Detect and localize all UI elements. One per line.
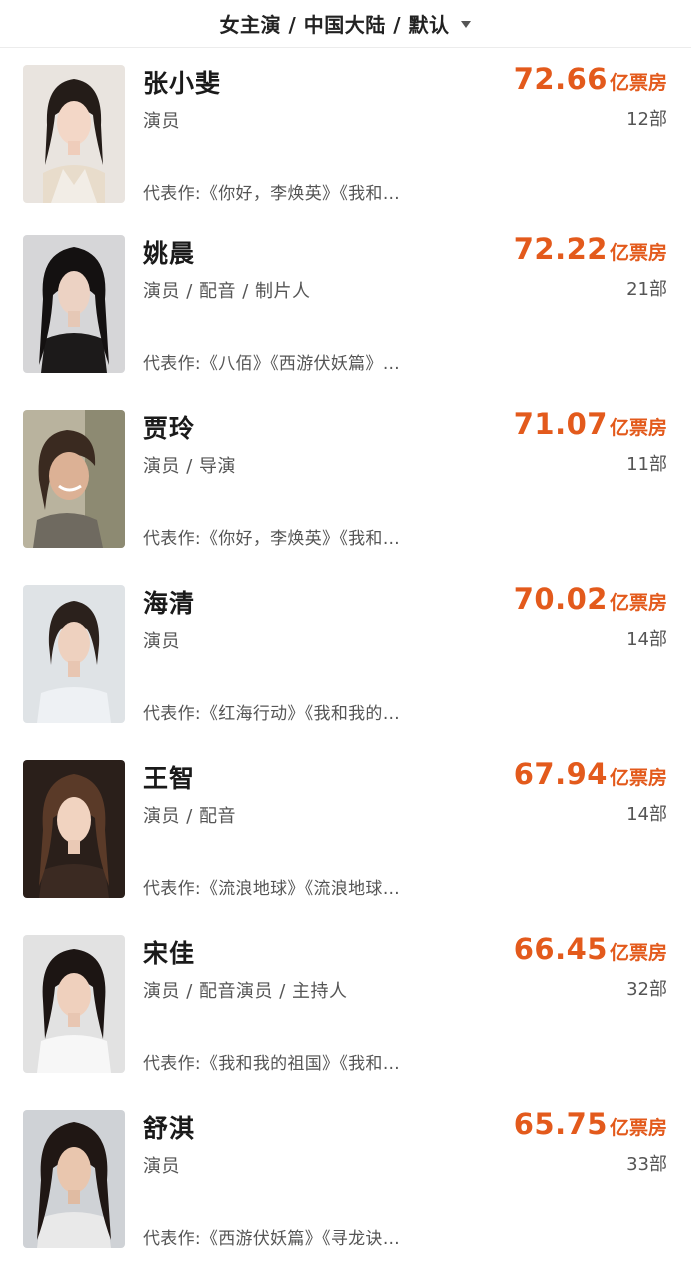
film-count: 14部 <box>626 629 667 650</box>
avatar <box>23 760 125 898</box>
actor-roles: 演员 / 配音 <box>143 806 237 827</box>
actor-name: 张小斐 <box>143 69 222 98</box>
actor-works: 代表作:《八佰》《西游伏妖篇》… <box>143 354 401 374</box>
box-office-value: 72.22 <box>513 232 608 266</box>
box-office-value: 71.07 <box>513 407 608 441</box>
list-item[interactable]: 海清 演员 代表作:《红海行动》《我和我的… 70.02 亿票房 14部 <box>0 570 691 745</box>
actor-works: 代表作:《你好，李焕英》《我和… <box>143 184 401 204</box>
box-office-unit: 亿票房 <box>609 417 667 439</box>
box-office-unit: 亿票房 <box>609 592 667 614</box>
actor-roles: 演员 / 导演 <box>143 456 237 477</box>
box-office-value: 66.45 <box>513 932 608 966</box>
box-office-value: 65.75 <box>513 1107 608 1141</box>
box-office: 71.07 亿票房 <box>514 407 667 441</box>
actor-roles: 演员 <box>143 631 180 652</box>
box-office: 67.94 亿票房 <box>514 757 667 791</box>
film-count: 21部 <box>626 279 667 300</box>
actor-works: 代表作:《西游伏妖篇》《寻龙诀… <box>143 1229 401 1249</box>
actor-name: 宋佳 <box>143 939 196 968</box>
film-count: 14部 <box>626 804 667 825</box>
avatar <box>23 1110 125 1248</box>
box-office-value: 72.66 <box>513 62 608 96</box>
avatar <box>23 935 125 1073</box>
actor-name: 舒淇 <box>143 1114 196 1143</box>
actor-name: 贾玲 <box>143 414 196 443</box>
film-count: 32部 <box>626 979 667 1000</box>
actor-list: 张小斐 演员 代表作:《你好，李焕英》《我和… 72.66 亿票房 12部 姚晨 … <box>0 50 691 1270</box>
box-office-unit: 亿票房 <box>609 1117 667 1139</box>
actor-roles: 演员 <box>143 1156 180 1177</box>
box-office: 65.75 亿票房 <box>514 1107 667 1141</box>
film-count: 11部 <box>626 454 667 475</box>
actor-roles: 演员 <box>143 111 180 132</box>
actor-works: 代表作:《流浪地球》《流浪地球… <box>143 879 401 899</box>
list-item[interactable]: 张小斐 演员 代表作:《你好，李焕英》《我和… 72.66 亿票房 12部 <box>0 50 691 220</box>
box-office-unit: 亿票房 <box>609 767 667 789</box>
film-count: 12部 <box>626 109 667 130</box>
box-office: 72.22 亿票房 <box>514 232 667 266</box>
avatar <box>23 585 125 723</box>
list-item[interactable]: 姚晨 演员 / 配音 / 制片人 代表作:《八佰》《西游伏妖篇》… 72.22 亿… <box>0 220 691 395</box>
actor-name: 王智 <box>143 764 196 793</box>
box-office-unit: 亿票房 <box>609 242 667 264</box>
box-office: 72.66 亿票房 <box>514 62 667 96</box>
film-count: 33部 <box>626 1154 667 1175</box>
avatar <box>23 65 125 203</box>
filter-label: 女主演 / 中国大陆 / 默认 <box>219 13 450 37</box>
avatar <box>23 410 125 548</box>
caret-down-icon <box>461 21 472 28</box>
actor-roles: 演员 / 配音演员 / 主持人 <box>143 981 348 1002</box>
actor-works: 代表作:《我和我的祖国》《我和… <box>143 1054 401 1074</box>
box-office: 70.02 亿票房 <box>514 582 667 616</box>
box-office: 66.45 亿票房 <box>514 932 667 966</box>
box-office-value: 67.94 <box>513 757 608 791</box>
avatar <box>23 235 125 373</box>
box-office-unit: 亿票房 <box>609 72 667 94</box>
box-office-unit: 亿票房 <box>609 942 667 964</box>
actor-name: 姚晨 <box>143 239 196 268</box>
list-item[interactable]: 宋佳 演员 / 配音演员 / 主持人 代表作:《我和我的祖国》《我和… 66.4… <box>0 920 691 1095</box>
list-item[interactable]: 舒淇 演员 代表作:《西游伏妖篇》《寻龙诀… 65.75 亿票房 33部 <box>0 1095 691 1270</box>
list-item[interactable]: 贾玲 演员 / 导演 代表作:《你好，李焕英》《我和… 71.07 亿票房 11部 <box>0 395 691 570</box>
filter-dropdown[interactable]: 女主演 / 中国大陆 / 默认 <box>0 0 691 48</box>
box-office-value: 70.02 <box>513 582 608 616</box>
actor-name: 海清 <box>143 589 196 618</box>
actor-roles: 演员 / 配音 / 制片人 <box>143 281 311 302</box>
actor-works: 代表作:《红海行动》《我和我的… <box>143 704 401 724</box>
actor-works: 代表作:《你好，李焕英》《我和… <box>143 529 401 549</box>
list-item[interactable]: 王智 演员 / 配音 代表作:《流浪地球》《流浪地球… 67.94 亿票房 14部 <box>0 745 691 920</box>
